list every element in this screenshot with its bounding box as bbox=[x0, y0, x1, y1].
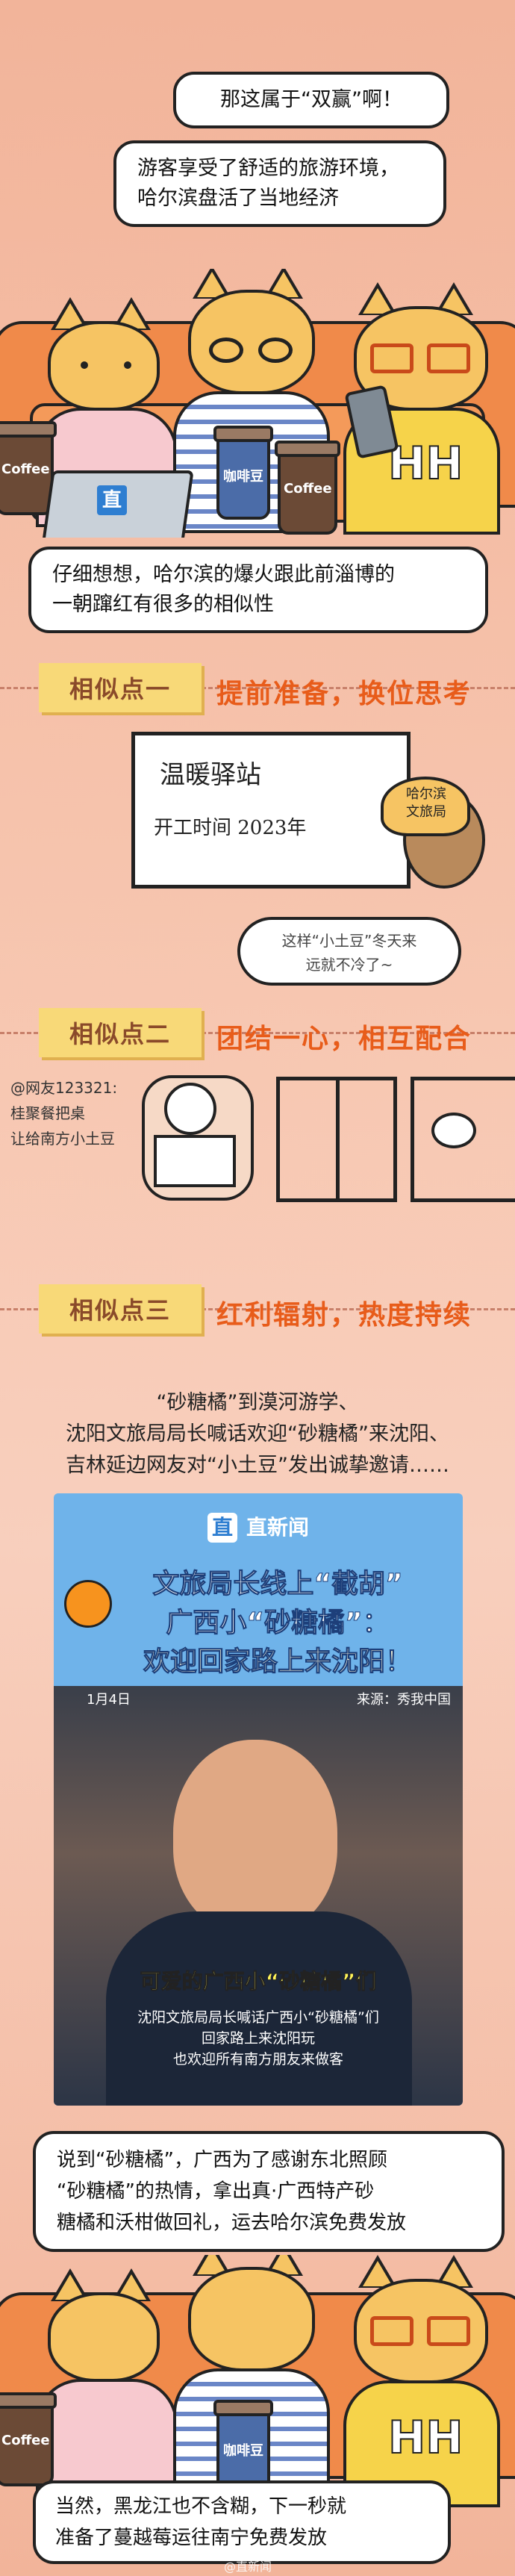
cat-head-middle bbox=[188, 290, 315, 394]
news-intro: “砂糖橘”到漠河游学、 沈阳文旅局局长喊话欢迎“砂糖橘”来沈阳、 吉林延边网友对… bbox=[66, 1391, 449, 1477]
coffee-cup-left: Coffee bbox=[0, 421, 57, 515]
cat-glasses bbox=[427, 2316, 470, 2346]
cats-on-sofa-illustration: HH Coffee 咖啡豆 Coffee 直 bbox=[0, 269, 515, 538]
cat-head-middle bbox=[188, 2267, 315, 2371]
cat-head-left bbox=[48, 2292, 160, 2382]
speech-bubble-similarity: 仔细想想，哈尔滨的爆火跟此前淄博的 一朝蹿红有很多的相似性 bbox=[28, 547, 488, 633]
video-caption-main: 可爱的广西小“砂糖橘”们 bbox=[140, 1969, 377, 1994]
cat-head-left bbox=[48, 321, 160, 411]
section-label-3: 相似点三 bbox=[39, 1284, 202, 1334]
news-logo-text: 直新闻 bbox=[246, 1515, 309, 1540]
speech-bubble-win-win: 那这属于“双赢”啊！ bbox=[173, 72, 449, 128]
shirt-letters: HH bbox=[387, 2411, 464, 2465]
section-label-1: 相似点一 bbox=[39, 663, 202, 712]
speech-text-line: “砂糖橘”的热情，拿出真·广西特产砂 bbox=[57, 2180, 375, 2203]
speech-text: 那这属于“双赢”啊！ bbox=[220, 88, 402, 111]
laptop-logo: 直 bbox=[97, 485, 127, 515]
speech-text-line: 哈尔滨盘活了当地经济 bbox=[137, 187, 339, 210]
section-label-2: 相似点二 bbox=[39, 1008, 202, 1057]
coffee-cup-right: Coffee bbox=[275, 441, 340, 535]
video-date: 1月4日 bbox=[87, 1692, 131, 1708]
coffee-cup-middle: 咖啡豆 bbox=[213, 426, 273, 520]
whiteboard-title: 温暖驿站 bbox=[160, 760, 261, 790]
speech-bubble-final: 当然，黑龙江也不含糊，下一秒就 准备了蔓越莓运往南宁免费发放 bbox=[33, 2480, 451, 2564]
shirt-letters: HH bbox=[387, 437, 464, 491]
speech-text-line: 说到“砂糖橘”，广西为了感谢东北照顾 bbox=[57, 2149, 387, 2171]
cat-glasses bbox=[370, 2316, 413, 2346]
video-headline: 文旅局长线上“截胡” 广西小“砂糖橘”： 欢迎回家路上来沈阳！ bbox=[143, 1569, 412, 1678]
cat-glasses bbox=[258, 337, 293, 363]
speech-text-line: 仔细想想，哈尔滨的爆火跟此前淄博的 bbox=[52, 563, 395, 586]
speaker-face bbox=[173, 1740, 337, 1934]
mascot-hat-text: 哈尔滨 文旅局 bbox=[406, 786, 446, 820]
video-logo-bar: 直直新闻 bbox=[54, 1511, 463, 1543]
speech-bubble-economy: 游客享受了舒适的旅游环境， 哈尔滨盘活了当地经济 bbox=[113, 140, 446, 227]
cat-eye bbox=[81, 361, 88, 369]
cat-eye bbox=[124, 361, 131, 369]
news-logo-icon: 直 bbox=[207, 1513, 237, 1543]
watermark: @直新闻 bbox=[224, 2560, 272, 2574]
speech-text-line: 游客享受了舒适的旅游环境， bbox=[137, 157, 399, 180]
reading-person bbox=[164, 1083, 216, 1135]
speech-text-line: 当然，黑龙江也不含糊，下一秒就 bbox=[55, 2495, 347, 2518]
newspaper bbox=[154, 1135, 236, 1187]
speech-text-line: 一朝蹿红有很多的相似性 bbox=[52, 593, 274, 616]
note-text: @网友123321: 桂聚餐把桌 让给南方小土豆 bbox=[10, 1079, 118, 1148]
mascot-speech-bubble: 这样“小土豆”冬天来 远就不冷了~ bbox=[237, 917, 461, 986]
video-source: 来源：秀我中国 bbox=[357, 1692, 451, 1708]
whiteboard-text: 开工时间 2023年 bbox=[154, 817, 307, 839]
section-title-2: 团结一心，相互配合 bbox=[216, 1024, 472, 1054]
cat-glasses bbox=[209, 337, 243, 363]
news-video-card[interactable]: 直直新闻 文旅局长线上“截胡” 广西小“砂糖橘”： 欢迎回家路上来沈阳！ 1月4… bbox=[54, 1493, 463, 2106]
section-title-3: 红利辐射，热度持续 bbox=[216, 1300, 472, 1331]
speech-text-line: 准备了蔓越莓运往南宁免费发放 bbox=[55, 2527, 328, 2549]
speech-text-line: 糖橘和沃柑做回礼，运去哈尔滨免费发放 bbox=[57, 2212, 407, 2234]
window-divider bbox=[336, 1077, 340, 1202]
section-title-1: 提前准备，换位思考 bbox=[216, 679, 472, 709]
cat-glasses bbox=[370, 343, 413, 373]
video-caption-sub: 沈阳文旅局局长喊话广西小“砂糖橘”们 回家路上来沈阳玩 也欢迎所有南方朋友来做客 bbox=[137, 2009, 379, 2068]
cat-glasses bbox=[427, 343, 470, 373]
bird-icon bbox=[431, 1113, 476, 1148]
speech-bubble-gift: 说到“砂糖橘”，广西为了感谢东北照顾 “砂糖橘”的热情，拿出真·广西特产砂 糖橘… bbox=[33, 2131, 505, 2252]
coffee-cup-left: Coffee bbox=[0, 2392, 57, 2486]
